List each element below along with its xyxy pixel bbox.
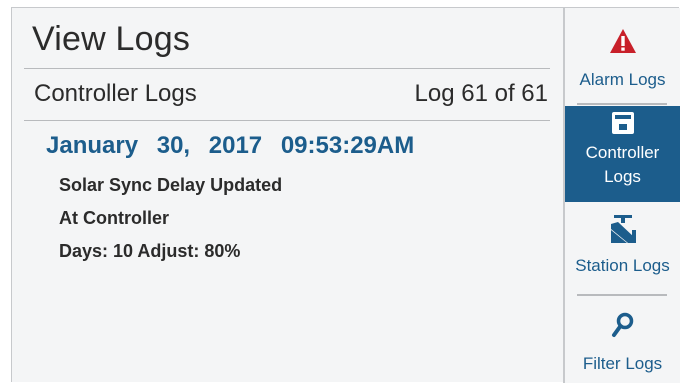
divider	[24, 120, 550, 121]
page-title: View Logs	[32, 20, 191, 58]
controller-icon	[611, 112, 634, 134]
controller-logs-button[interactable]: Controller Logs	[565, 106, 680, 202]
filter-logs-label: Filter Logs	[582, 354, 663, 373]
log-message-line: Solar Sync Delay Updated	[59, 175, 283, 195]
divider	[24, 68, 550, 69]
valve-icon	[610, 215, 636, 243]
sidebar-divider	[577, 294, 667, 296]
sidebar: Alarm Logs Controller Logs Station Logs	[563, 8, 680, 383]
station-logs-button[interactable]: Station Logs	[565, 214, 680, 292]
controller-logs-label-line2: Logs	[604, 167, 641, 186]
filter-logs-button[interactable]: Filter Logs	[565, 312, 680, 383]
log-date: January 30, 2017	[46, 132, 263, 159]
station-logs-label: Station Logs	[575, 256, 670, 275]
alarm-logs-button[interactable]: Alarm Logs	[565, 28, 680, 103]
log-timestamp: January 30, 2017 09:53:29AM	[46, 132, 414, 160]
alarm-icon	[609, 29, 636, 53]
log-time: 09:53:29AM	[280, 132, 415, 159]
magnifier-icon	[611, 312, 633, 337]
controller-logs-label-line1: Controller	[585, 143, 660, 162]
log-message-line: Days: 10 Adjust: 80%	[59, 241, 241, 261]
sidebar-divider	[577, 103, 667, 105]
log-panel: View Logs Controller Logs Log 61 of 61 J…	[12, 8, 563, 383]
alarm-logs-label: Alarm Logs	[579, 70, 666, 89]
log-type-label: Controller Logs	[34, 80, 197, 107]
device-screen: View Logs Controller Logs Log 61 of 61 J…	[11, 7, 680, 383]
log-message-line: At Controller	[59, 208, 169, 228]
log-counter: Log 61 of 61	[414, 80, 548, 107]
